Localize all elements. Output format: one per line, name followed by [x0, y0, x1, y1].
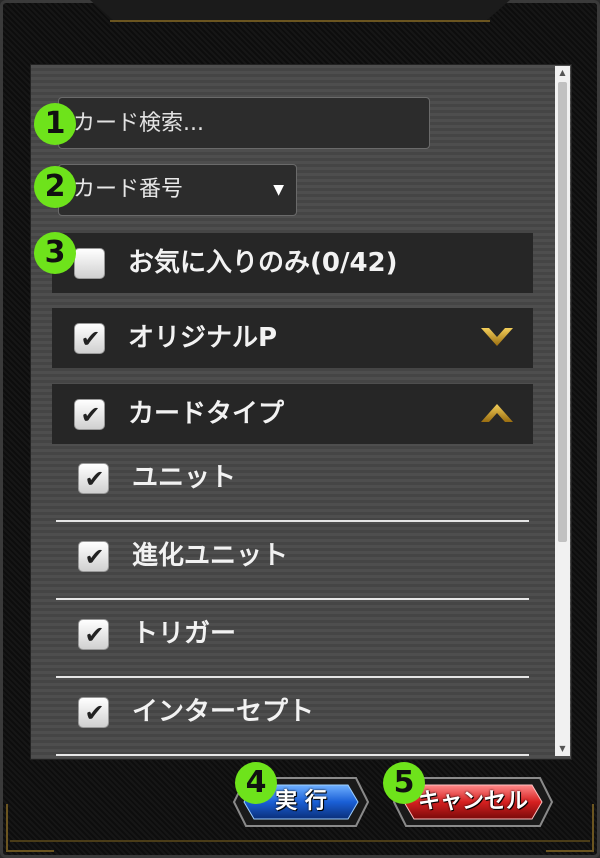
section-label: カードタイプ	[128, 399, 285, 429]
frame-top-ornament	[90, 0, 510, 22]
card-type-item[interactable]: ✔ ユニット	[56, 446, 529, 522]
card-type-item-checkbox[interactable]: ✔	[78, 541, 109, 572]
card-search-input[interactable]	[58, 97, 430, 149]
panel-scrollbar[interactable]: ▲ ▼	[555, 66, 570, 756]
frame-bottom-accent	[10, 840, 590, 842]
chevron-down-icon[interactable]	[479, 324, 515, 350]
sort-select-value: カード番号	[73, 177, 184, 202]
section-label: オリジナルP	[128, 323, 278, 353]
favorites-label: お気に入りのみ(0/42)	[128, 248, 398, 278]
section-original-p[interactable]: ✔ オリジナルP	[52, 308, 533, 368]
annotation-badge: 1	[34, 103, 76, 145]
card-type-item[interactable]: ✔ 進化ユニット	[56, 524, 529, 600]
sort-select[interactable]: カード番号 ▼	[58, 164, 297, 216]
annotation-badge: 4	[235, 762, 277, 804]
card-type-item-label: ユニット	[132, 463, 237, 493]
favorites-only-toggle[interactable]: お気に入りのみ(0/42)	[52, 233, 533, 293]
card-type-checkbox[interactable]: ✔	[74, 399, 105, 430]
original-p-checkbox[interactable]: ✔	[74, 323, 105, 354]
checkmark-icon: ✔	[84, 465, 105, 493]
frame-top-accent	[110, 20, 490, 22]
dropdown-arrow-icon: ▼	[273, 182, 284, 198]
card-type-item[interactable]: ✔ インターセプト	[56, 680, 529, 756]
card-type-item-checkbox[interactable]: ✔	[78, 697, 109, 728]
annotation-badge: 2	[34, 166, 76, 208]
chevron-up-icon[interactable]	[479, 400, 515, 426]
card-type-item-checkbox[interactable]: ✔	[78, 619, 109, 650]
checkmark-icon: ✔	[84, 699, 105, 727]
scroll-thumb[interactable]	[558, 82, 567, 542]
frame-corner-ornament	[6, 804, 54, 852]
checkmark-icon: ✔	[84, 621, 105, 649]
scroll-up-arrow-icon[interactable]: ▲	[555, 66, 570, 80]
favorites-checkbox[interactable]	[74, 248, 105, 279]
card-type-item-label: トリガー	[132, 619, 237, 649]
annotation-badge: 3	[34, 232, 76, 274]
scroll-down-arrow-icon[interactable]: ▼	[555, 742, 570, 756]
annotation-badge: 5	[383, 762, 425, 804]
card-type-item-checkbox[interactable]: ✔	[78, 463, 109, 494]
checkmark-icon: ✔	[80, 401, 101, 429]
section-card-type[interactable]: ✔ カードタイプ	[52, 384, 533, 444]
checkmark-icon: ✔	[84, 543, 105, 571]
card-type-item[interactable]: ✔ トリガー	[56, 602, 529, 678]
card-type-item-label: 進化ユニット	[132, 541, 289, 571]
card-type-item-label: インターセプト	[132, 697, 315, 727]
checkmark-icon: ✔	[80, 325, 101, 353]
